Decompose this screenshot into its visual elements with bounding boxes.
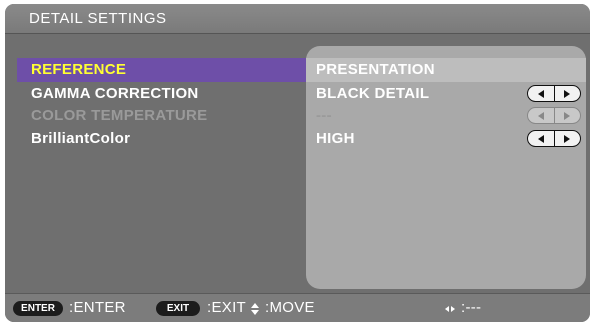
menu-row-color-temperature: COLOR TEMPERATURE --- [5,105,590,127]
exit-hint: :EXIT [207,299,247,316]
row-value: PRESENTATION [316,61,435,78]
right-arrow-icon [555,108,581,123]
enter-hint: :ENTER [69,299,126,316]
exit-key-badge: EXIT [156,301,200,316]
row-value: HIGH [316,130,355,147]
left-right-arrow-icon [445,306,457,314]
left-right-hint: :--- [461,299,482,316]
left-right-selector[interactable] [527,85,581,102]
row-label: REFERENCE [31,61,127,78]
up-down-arrow-icon [251,303,259,315]
menu-row-brilliantcolor[interactable]: BrilliantColor HIGH [5,128,590,150]
left-arrow-icon[interactable] [528,131,555,146]
title-bar: DETAIL SETTINGS [5,4,590,34]
move-hint: :MOVE [265,299,315,316]
menu-title: DETAIL SETTINGS [29,10,167,27]
enter-key-badge: ENTER [13,301,63,316]
row-value: BLACK DETAIL [316,85,430,102]
right-arrow-icon[interactable] [555,131,581,146]
row-label: BrilliantColor [31,130,131,147]
left-arrow-icon[interactable] [528,86,555,101]
button-guide-footer: ENTER :ENTER EXIT :EXIT :MOVE :--- [5,293,590,322]
row-value: --- [316,107,332,124]
right-arrow-icon[interactable] [555,86,581,101]
left-right-selector[interactable] [527,130,581,147]
row-label: COLOR TEMPERATURE [31,107,208,124]
left-right-selector [527,107,581,124]
left-arrow-icon [528,108,555,123]
menu-row-reference[interactable]: REFERENCE PRESENTATION [5,59,590,81]
row-label: GAMMA CORRECTION [31,85,199,102]
detail-settings-menu: DETAIL SETTINGS REFERENCE PRESENTATION G… [5,4,590,322]
menu-row-gamma-correction[interactable]: GAMMA CORRECTION BLACK DETAIL [5,83,590,105]
